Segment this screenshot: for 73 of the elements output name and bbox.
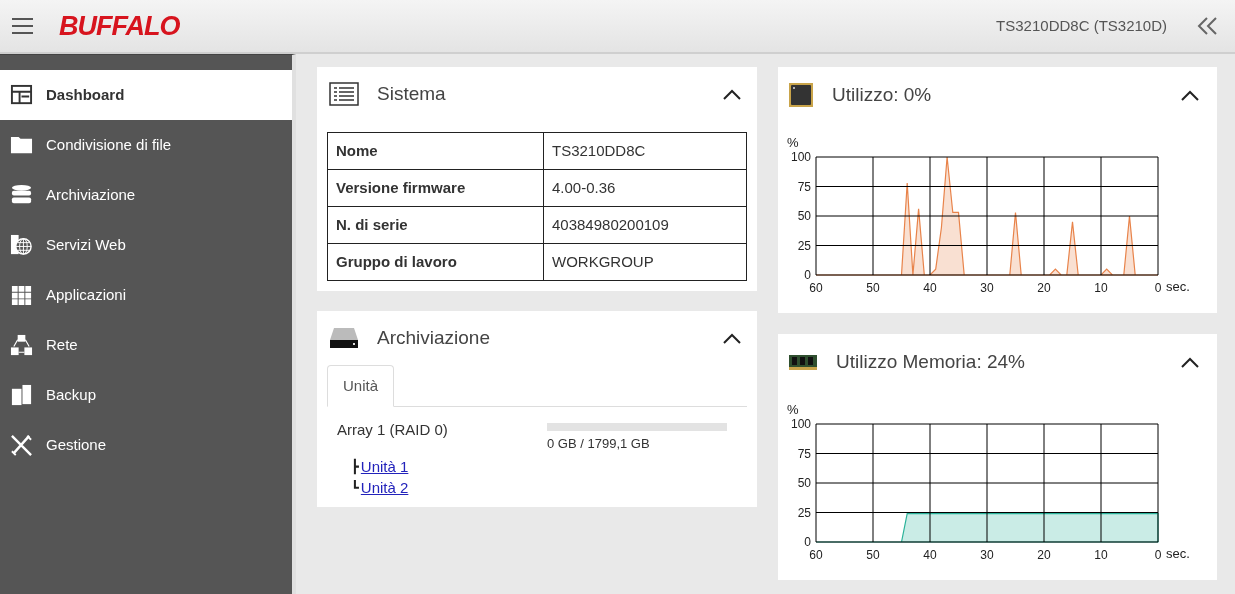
- card-title: Sistema: [377, 81, 446, 106]
- collapse-caret-icon[interactable]: [1181, 89, 1199, 101]
- card-title: Archiviazione: [377, 325, 490, 350]
- drive-link[interactable]: Unità 2: [360, 476, 409, 498]
- axis-tick-label: 10: [1094, 281, 1108, 295]
- logo: BUFFALO: [59, 12, 180, 40]
- tree-branch: ┗: [351, 478, 359, 497]
- axis-tick-label: 100: [790, 417, 811, 431]
- axis-tick-label: 25: [797, 238, 811, 253]
- dashboard-icon: [10, 83, 33, 107]
- axis-tick-label: 100: [790, 150, 811, 164]
- axis-tick-label: 30: [980, 281, 994, 295]
- array-name: Array 1 (RAID 0): [337, 420, 449, 440]
- chip-icon: [788, 82, 814, 108]
- tab[interactable]: Unità: [327, 365, 395, 407]
- memory-icon: [788, 353, 818, 371]
- table-cell: Gruppo di lavoro: [327, 243, 544, 281]
- axis-tick-label: 75: [797, 179, 811, 194]
- axis-tick-label: 40: [923, 548, 937, 562]
- axis-tick-label: 50: [866, 548, 880, 562]
- backup-icon: [10, 383, 33, 407]
- axis-label: sec.: [1166, 279, 1190, 294]
- card-title: Utilizzo Memoria: 24%: [836, 349, 1025, 374]
- axis-tick-label: 30: [980, 548, 994, 562]
- table-cell: Nome: [327, 132, 544, 170]
- tools-icon: [10, 433, 33, 457]
- collapse-caret-icon[interactable]: [723, 88, 741, 100]
- globe-icon: [10, 233, 33, 257]
- axis-tick-label: 10: [1094, 548, 1108, 562]
- table-cell: 40384980200109: [543, 206, 747, 244]
- axis-tick-label: 40: [923, 281, 937, 295]
- sidebar-item[interactable]: Applicazioni: [0, 270, 292, 320]
- axis-label: %: [787, 135, 799, 150]
- menu-icon[interactable]: [12, 18, 33, 34]
- axis-tick-label: 50: [866, 281, 880, 295]
- collapse-caret-icon[interactable]: [723, 332, 741, 344]
- network-icon: [10, 333, 33, 357]
- device-name: TS3210DD8C (TS3210D): [996, 15, 1167, 36]
- table-cell: TS3210DD8C: [543, 132, 747, 170]
- axis-tick-label: 25: [797, 505, 811, 520]
- list-icon: [329, 82, 359, 106]
- axis-tick-label: 20: [1037, 281, 1051, 295]
- axis-tick-label: 50: [797, 209, 811, 223]
- table-cell: 4.00-0.36: [543, 169, 747, 207]
- drive-link[interactable]: Unità 1: [360, 455, 409, 477]
- axis-tick-label: 60: [809, 281, 823, 295]
- sidebar-item[interactable]: Archiviazione: [0, 170, 292, 220]
- axis-tick-label: 0: [1154, 281, 1162, 295]
- card-title: Utilizzo: 0%: [832, 82, 932, 107]
- table-cell: WORKGROUP: [543, 243, 747, 281]
- collapse-icon[interactable]: [1197, 17, 1219, 35]
- axis-tick-label: 50: [797, 476, 811, 490]
- sidebar-item[interactable]: Dashboard: [0, 70, 292, 120]
- sidebar-item[interactable]: Servizi Web: [0, 220, 292, 270]
- axis-tick-label: 60: [809, 548, 823, 562]
- axis-tick-label: 20: [1037, 548, 1051, 562]
- axis-tick-label: 0: [1154, 548, 1162, 562]
- sidebar-item[interactable]: Rete: [0, 320, 292, 370]
- grid-icon: [10, 283, 33, 307]
- table-cell: N. di serie: [327, 206, 544, 244]
- sidebar-item[interactable]: Backup: [0, 370, 292, 420]
- usage-text: 0 GB / 1799,1 GB: [547, 435, 651, 453]
- axis-label: %: [787, 402, 799, 417]
- collapse-caret-icon[interactable]: [1181, 356, 1199, 368]
- sidebar-item[interactable]: Condivisione di file: [0, 120, 292, 170]
- axis-tick-label: 0: [804, 535, 811, 549]
- tree-branch: ┣: [351, 457, 359, 477]
- axis-tick-label: 75: [797, 446, 811, 461]
- sidebar-item[interactable]: Gestione: [0, 420, 292, 470]
- axis-label: sec.: [1166, 546, 1190, 561]
- drive-icon: [329, 327, 359, 349]
- axis-tick-label: 0: [804, 268, 811, 282]
- table-cell: Versione firmware: [327, 169, 544, 207]
